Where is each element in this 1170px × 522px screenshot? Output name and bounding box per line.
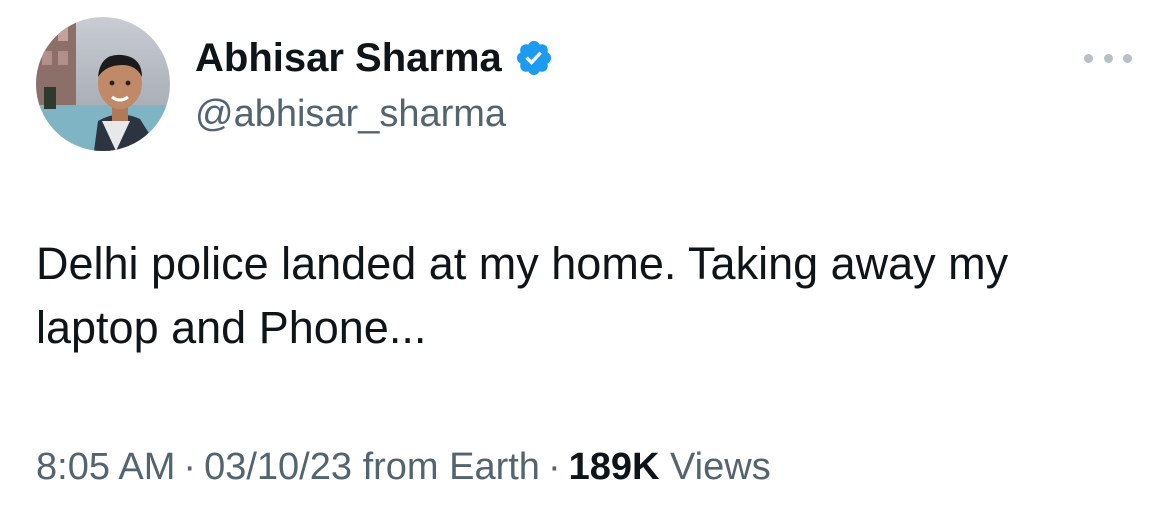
tweet-time[interactable]: 8:05 AM xyxy=(36,446,175,488)
author-name-row[interactable]: Abhisar Sharma xyxy=(195,34,554,82)
tweet-date[interactable]: 03/10/23 xyxy=(204,446,352,488)
tweet-source: from Earth xyxy=(362,446,540,488)
more-options-button[interactable] xyxy=(1084,44,1132,72)
separator: · xyxy=(183,446,197,488)
verified-badge-icon xyxy=(514,38,554,78)
views-count[interactable]: 189K xyxy=(569,446,660,488)
more-horizontal-icon xyxy=(1123,53,1132,63)
avatar[interactable] xyxy=(36,17,170,151)
more-horizontal-icon xyxy=(1084,53,1093,63)
avatar-photo xyxy=(36,17,170,151)
display-name[interactable]: Abhisar Sharma xyxy=(195,34,502,82)
author-handle[interactable]: @abhisar_sharma xyxy=(195,92,506,136)
separator: · xyxy=(547,446,561,488)
tweet-text: Delhi police landed at my home. Taking a… xyxy=(36,238,1009,353)
views-label[interactable]: Views xyxy=(670,446,771,488)
more-horizontal-icon xyxy=(1103,53,1113,63)
tweet-metadata: 8:05 AM · 03/10/23 from Earth · 189K Views xyxy=(36,444,771,490)
tweet-card: Abhisar Sharma @abhisar_sharma Delhi pol… xyxy=(0,0,1170,522)
